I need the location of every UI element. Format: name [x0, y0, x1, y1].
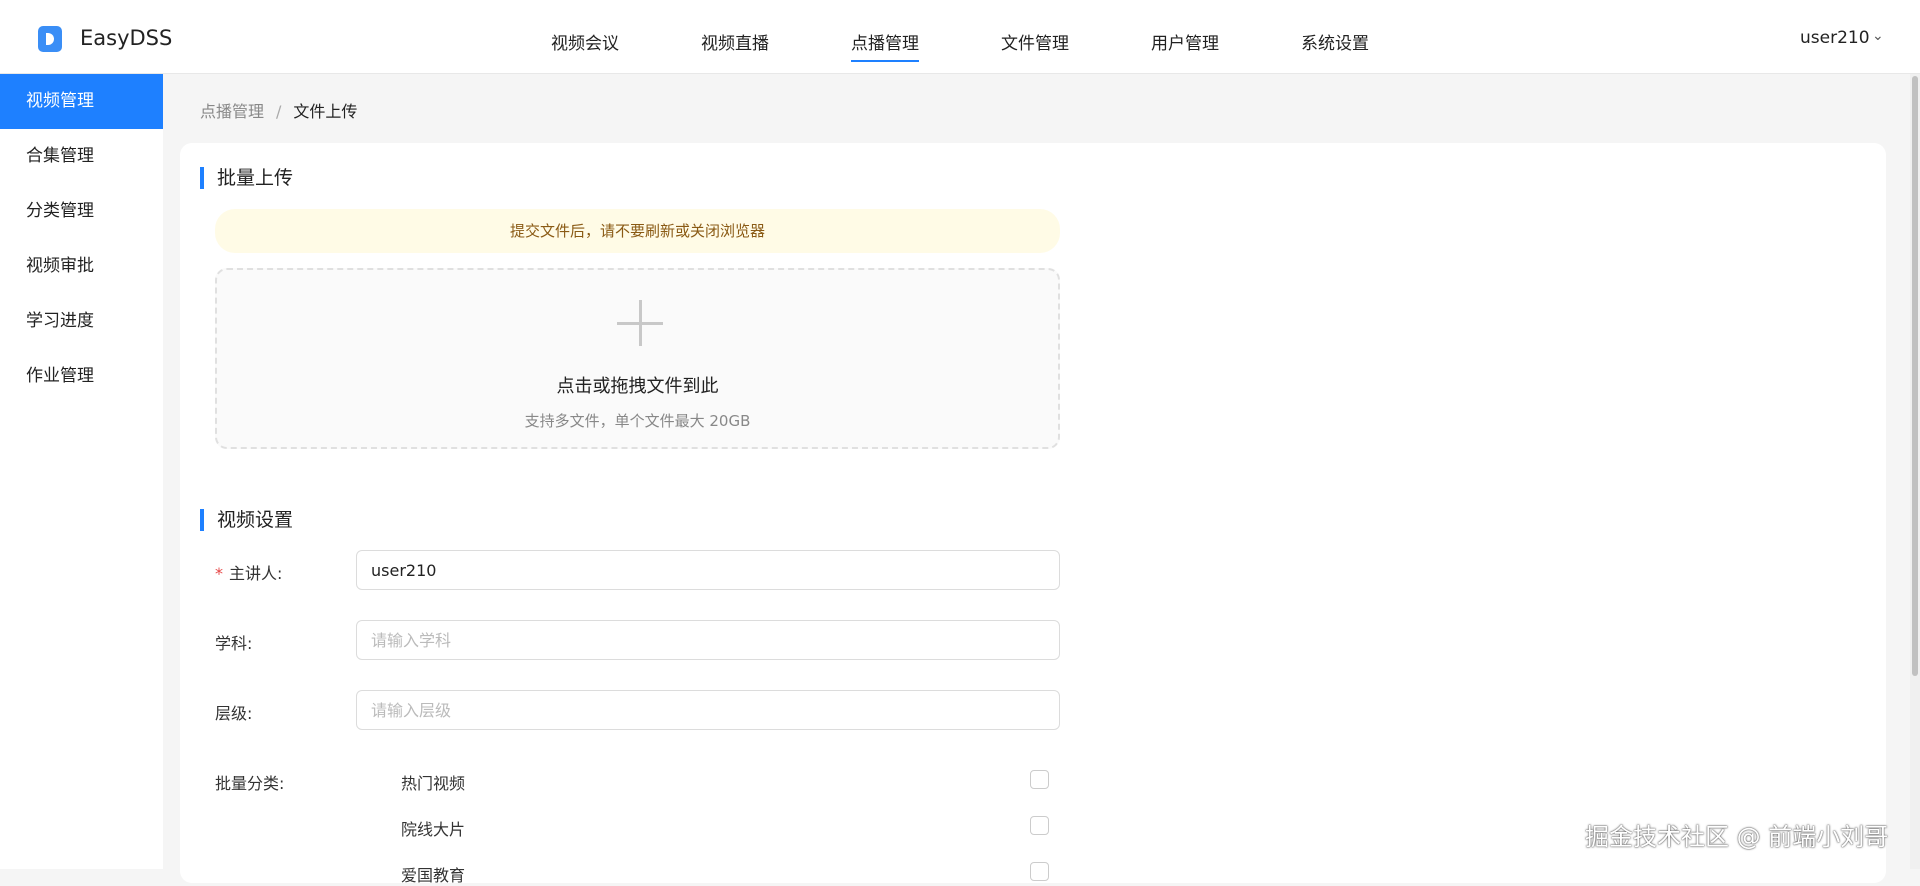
category-checkbox[interactable]	[1030, 816, 1049, 835]
scrollbar[interactable]	[1910, 74, 1920, 869]
sidebar-item-collection[interactable]: 合集管理	[0, 129, 163, 184]
notice-banner: 提交文件后，请不要刷新或关闭浏览器	[215, 209, 1060, 253]
breadcrumb-current: 文件上传	[293, 102, 358, 121]
sidebar: 视频管理 合集管理 分类管理 视频审批 学习进度 作业管理	[0, 74, 163, 869]
sidebar-item-homework[interactable]: 作业管理	[0, 349, 163, 404]
category-option: 热门视频	[401, 774, 466, 793]
sidebar-item-progress[interactable]: 学习进度	[0, 294, 163, 349]
sidebar-item-video[interactable]: 视频管理	[0, 74, 163, 129]
presenter-input[interactable]	[356, 550, 1060, 590]
nav-video-meeting[interactable]: 视频会议	[551, 29, 619, 54]
category-checkbox[interactable]	[1030, 862, 1049, 881]
level-input[interactable]	[356, 690, 1060, 730]
watermark: 掘金技术社区 @ 前端小刘哥	[1585, 823, 1889, 851]
nav-users[interactable]: 用户管理	[1151, 29, 1219, 54]
chevron-down-icon[interactable]: ⌄	[1872, 28, 1884, 44]
nav-files[interactable]: 文件管理	[1001, 29, 1069, 54]
sidebar-item-approval[interactable]: 视频审批	[0, 239, 163, 294]
logo-icon	[38, 26, 62, 52]
breadcrumb-separator: /	[276, 102, 282, 121]
upload-card: 批量上传 提交文件后，请不要刷新或关闭浏览器 点击或拖拽文件到此 支持多文件，单…	[180, 143, 1886, 885]
breadcrumb: 点播管理 / 文件上传	[200, 98, 357, 122]
required-mark: *	[215, 564, 223, 583]
section-title-settings: 视频设置	[200, 509, 293, 531]
nav-vod[interactable]: 点播管理	[851, 29, 919, 62]
subject-label: 学科:	[215, 634, 253, 653]
nav-live[interactable]: 视频直播	[701, 29, 769, 54]
category-checkbox[interactable]	[1030, 770, 1049, 789]
top-header: EasyDSS 视频会议 视频直播 点播管理 文件管理 用户管理 系统设置 us…	[0, 0, 1920, 74]
presenter-label-text: 主讲人:	[229, 564, 283, 583]
user-menu[interactable]: user210	[1800, 28, 1870, 48]
subject-input[interactable]	[356, 620, 1060, 660]
category-option: 院线大片	[401, 820, 466, 839]
breadcrumb-parent[interactable]: 点播管理	[200, 102, 264, 121]
scrollbar-thumb[interactable]	[1912, 76, 1918, 676]
app-name: EasyDSS	[80, 26, 173, 50]
drop-zone-hint: 支持多文件，单个文件最大 20GB	[524, 412, 751, 430]
file-drop-zone[interactable]: 点击或拖拽文件到此 支持多文件，单个文件最大 20GB	[215, 268, 1060, 449]
category-label: 批量分类:	[215, 774, 285, 793]
nav-settings[interactable]: 系统设置	[1301, 29, 1369, 54]
presenter-label: * 主讲人:	[215, 560, 282, 584]
plus-icon	[617, 300, 663, 346]
category-option: 爱国教育	[401, 866, 466, 885]
section-title-upload: 批量上传	[200, 167, 293, 189]
level-label: 层级:	[215, 704, 253, 723]
drop-zone-text: 点击或拖拽文件到此	[556, 376, 719, 397]
sidebar-item-category[interactable]: 分类管理	[0, 184, 163, 239]
